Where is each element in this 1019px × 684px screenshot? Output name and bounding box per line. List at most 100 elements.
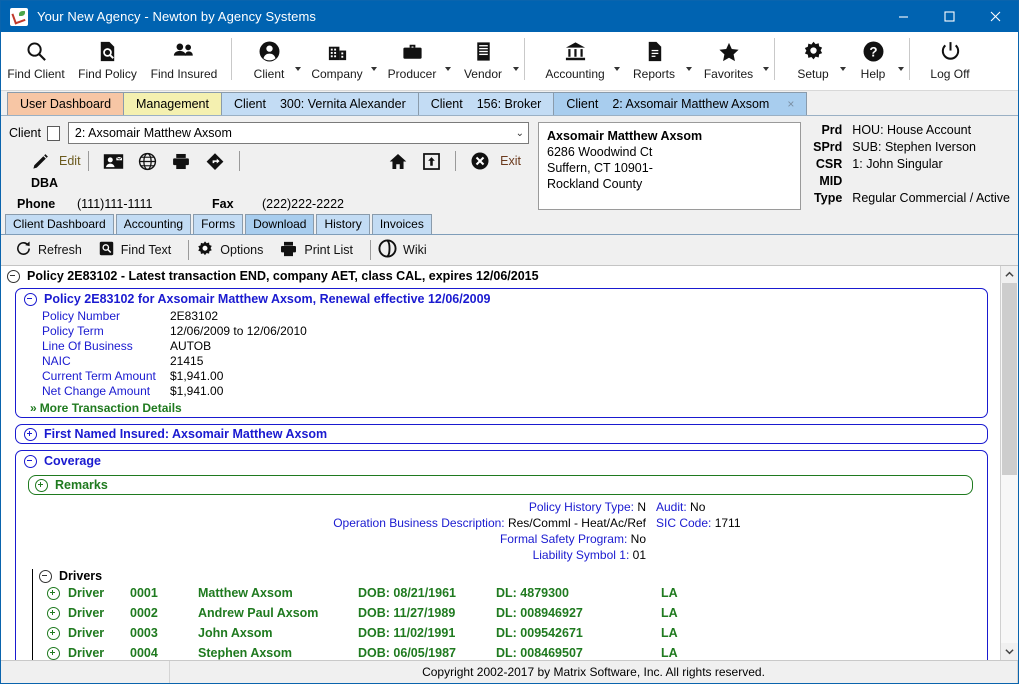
print-list-label: Print List (304, 243, 354, 257)
content-scrollbar[interactable] (1000, 266, 1018, 660)
driver-number: 0002 (130, 606, 158, 620)
exit-circle-icon[interactable] (470, 151, 490, 171)
first-named-insured-panel[interactable]: First Named Insured: Axsomair Matthew Ax… (15, 424, 988, 444)
toolbar-reports[interactable]: Reports (618, 32, 692, 90)
coverage-header[interactable]: Coverage (16, 451, 987, 471)
tab-forms[interactable]: Forms (193, 214, 244, 234)
field-key: Line Of Business (42, 339, 133, 353)
first-named-insured-header[interactable]: First Named Insured: Axsomair Matthew Ax… (16, 425, 987, 443)
meta-key-csr: CSR (815, 157, 843, 171)
chevron-down-icon[interactable] (898, 67, 904, 71)
refresh-icon (15, 240, 32, 260)
collapse-toggle-icon[interactable] (39, 569, 52, 583)
tab-history[interactable]: History (316, 214, 370, 234)
divider (188, 240, 190, 260)
scroll-down-arrow[interactable] (1001, 643, 1018, 660)
copyright-text: Copyright 2002-2017 by Matrix Software, … (170, 661, 1018, 683)
session-tab-value: 300: Vernita Alexander (279, 97, 406, 111)
toolbar-find-policy[interactable]: Find Policy (71, 32, 144, 90)
toolbar-vendor[interactable]: Vendor (449, 32, 519, 90)
field-value: AUTOB (170, 339, 212, 353)
session-tab-label: Client (430, 97, 463, 111)
driver-row[interactable]: Driver 0001 Matthew Axsom DOB: 08/21/196… (33, 583, 987, 603)
tab-client-dashboard[interactable]: Client Dashboard (5, 214, 114, 234)
expand-toggle-icon[interactable] (35, 478, 48, 492)
client-checkbox[interactable] (46, 125, 60, 141)
home-icon[interactable] (388, 152, 408, 171)
collapse-toggle-icon[interactable] (24, 292, 37, 306)
policy-root-node[interactable]: Policy 2E83102 - Latest transaction END,… (1, 266, 1000, 286)
driver-license: DL: 008946927 (496, 606, 583, 620)
client-select[interactable]: 2: Axsomair Matthew Axsom ⌄ (67, 122, 529, 144)
divider (455, 151, 457, 171)
close-icon[interactable] (972, 1, 1018, 32)
close-icon[interactable]: × (787, 93, 794, 115)
session-tab-management[interactable]: Management (123, 92, 222, 115)
session-tab-client-2[interactable]: Client 2: Axsomair Matthew Axsom × (553, 92, 808, 115)
tab-accounting[interactable]: Accounting (115, 214, 192, 234)
minimize-icon[interactable] (880, 1, 926, 32)
session-tab-client-156[interactable]: Client 156: Broker (417, 92, 555, 115)
chevron-down-icon[interactable] (763, 67, 769, 71)
toolbar-label: Company (311, 67, 363, 81)
session-tab-user-dashboard[interactable]: User Dashboard (7, 92, 125, 115)
meta-val-csr: 1: John Singular (852, 157, 943, 171)
refresh-button[interactable]: Refresh (15, 240, 82, 260)
tab-invoices[interactable]: Invoices (371, 214, 432, 234)
scroll-up-arrow[interactable] (1001, 266, 1018, 283)
options-button[interactable]: Options (196, 240, 263, 261)
collapse-toggle-icon[interactable] (7, 269, 20, 283)
print-list-button[interactable]: Print List (279, 240, 353, 261)
find-text-button[interactable]: Find Text (98, 240, 171, 260)
first-named-insured-label: First Named Insured: Axsomair Matthew Ax… (44, 427, 328, 441)
scrollbar-thumb[interactable] (1002, 283, 1017, 475)
driver-number: 0004 (130, 646, 158, 660)
expand-toggle-icon[interactable] (47, 586, 60, 600)
policy-panel-header[interactable]: Policy 2E83102 for Axsomair Matthew Axso… (16, 289, 987, 309)
remarks-panel[interactable]: Remarks (28, 475, 973, 495)
remark-row: Audit: No (656, 499, 987, 515)
remarks-header[interactable]: Remarks (29, 476, 972, 494)
driver-number: 0001 (130, 586, 158, 600)
remark-key: Policy History Type: (528, 500, 634, 514)
exit-label[interactable]: Exit (500, 154, 521, 168)
download-action-bar: Refresh Find Text Options Print List Wik… (1, 235, 1018, 266)
edit-label[interactable]: Edit (59, 154, 81, 168)
contact-card-icon[interactable] (103, 152, 124, 171)
chevron-down-icon[interactable]: ⌄ (516, 128, 524, 139)
toolbar-setup[interactable]: Setup (782, 32, 846, 90)
collapse-toggle-icon[interactable] (24, 454, 37, 468)
toolbar-producer[interactable]: Producer (375, 32, 451, 90)
driver-row[interactable]: Driver 0002 Andrew Paul Axsom DOB: 11/27… (33, 603, 987, 623)
pencil-icon[interactable] (31, 152, 50, 171)
toolbar-find-client[interactable]: Find Client (1, 32, 71, 90)
toolbar-favorites[interactable]: Favorites (690, 32, 769, 90)
toolbar-client[interactable]: Client (239, 32, 301, 90)
scrollbar-track[interactable] (1001, 283, 1018, 643)
more-transaction-details-link[interactable]: » More Transaction Details (16, 399, 987, 417)
toolbar-accounting[interactable]: Accounting (532, 32, 620, 90)
driver-row[interactable]: Driver 0004 Stephen Axsom DOB: 06/05/198… (33, 643, 987, 660)
expand-toggle-icon[interactable] (47, 626, 60, 640)
expand-toggle-icon[interactable] (24, 427, 37, 441)
driver-row[interactable]: Driver 0003 John Axsom DOB: 11/02/1991 D… (33, 623, 987, 643)
session-tab-client-300[interactable]: Client 300: Vernita Alexander (220, 92, 419, 115)
remarks-fields: Policy History Type: N Operation Busines… (16, 495, 987, 563)
toolbar-company[interactable]: Company (299, 32, 377, 90)
chevron-down-icon[interactable] (513, 67, 519, 71)
printer-icon[interactable] (171, 152, 191, 171)
directions-icon[interactable] (205, 152, 225, 171)
toolbar-find-insured[interactable]: Find Insured (144, 32, 224, 90)
gear-icon (802, 38, 825, 64)
drivers-header[interactable]: Drivers (33, 569, 987, 583)
globe-icon[interactable] (138, 152, 157, 171)
client-meta-grid: Prd HOU: House Account SPrd SUB: Stephen… (813, 122, 1010, 207)
expand-toggle-icon[interactable] (47, 646, 60, 660)
toolbar-log-off[interactable]: Log Off (917, 32, 983, 90)
popout-icon[interactable] (422, 152, 441, 171)
expand-toggle-icon[interactable] (47, 606, 60, 620)
maximize-icon[interactable] (926, 1, 972, 32)
toolbar-help[interactable]: ? Help (844, 32, 904, 90)
tab-download[interactable]: Download (245, 214, 315, 234)
wiki-button[interactable]: Wiki (378, 239, 427, 261)
